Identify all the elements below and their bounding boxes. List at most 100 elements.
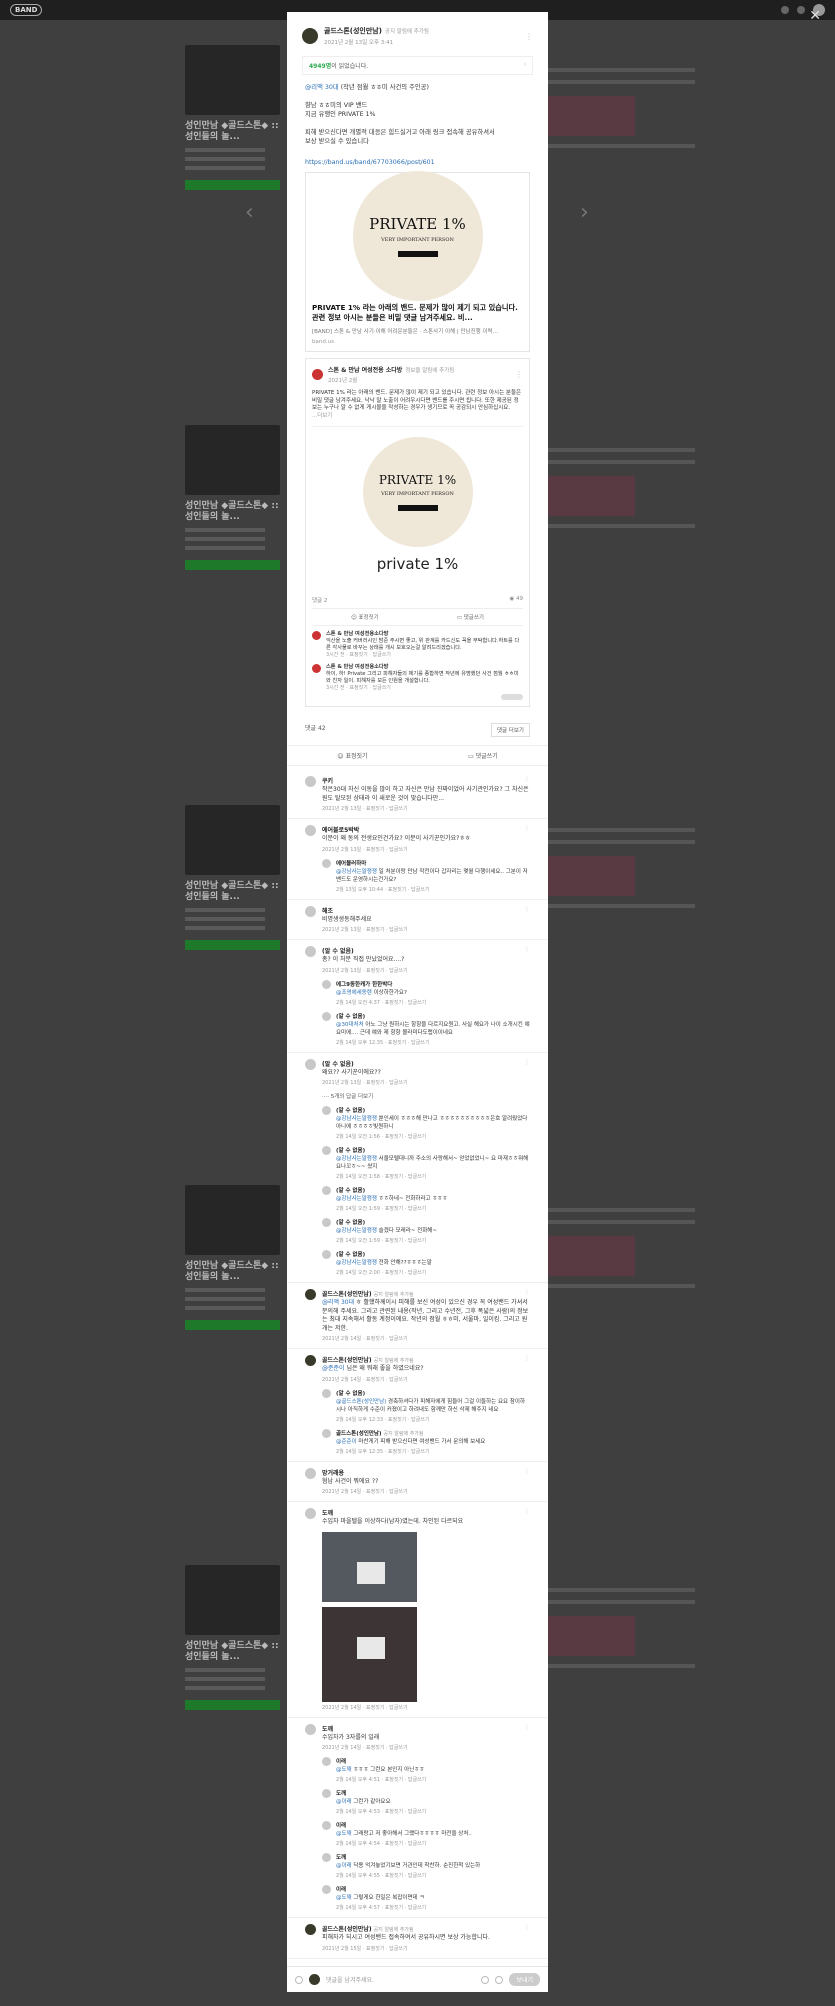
avatar: [322, 1106, 331, 1115]
reply-name[interactable]: (알 수 없음): [336, 1106, 530, 1114]
like-button[interactable]: ☺ 표정짓기: [337, 751, 367, 760]
commenter-name[interactable]: 망거래용: [322, 1468, 530, 1477]
shared-like-button[interactable]: ☺ 표정짓기: [351, 613, 379, 621]
comment-options-icon[interactable]: ⋮: [524, 1924, 530, 1931]
shared-author-name[interactable]: 스톤 & 만남 여성전용 소다방: [328, 367, 402, 374]
more-replies-link[interactable]: ···· 5개의 답글 더보기: [322, 1092, 530, 1100]
comment-button[interactable]: ▭ 댓글쓰기: [468, 751, 498, 760]
shared-comment: 스톤 & 만남 여성전용소다방 익산을 노출 커버러시인 밤준 주시면 좋고, 위…: [312, 631, 523, 659]
commenter-avatar[interactable]: [305, 946, 316, 957]
comment-item: 해조 비명생생동해주세요 2021년 2월 13일 · 표정짓기 · 답글쓰기 ⋮: [287, 900, 548, 940]
shared-comment-button[interactable]: ▭ 댓글쓰기: [457, 613, 484, 621]
band-logo[interactable]: BAND: [10, 4, 43, 16]
commenter-name[interactable]: 해조: [322, 906, 530, 915]
chat-icon[interactable]: [797, 6, 805, 14]
shared-date: 2021년 2월: [328, 378, 358, 384]
reply-name[interactable]: 도깨: [336, 1789, 426, 1797]
reply-name[interactable]: 이래: [336, 1821, 472, 1829]
post-modal: 골드스톤(성인만남) 공지 알림에 추가됨 2021년 2월 13일 오후 3:4…: [287, 12, 548, 1992]
shared-post[interactable]: 스톤 & 만남 여성전용 소다방 정보을 알림에 추가됨 2021년 2월 ⋮ P…: [305, 358, 530, 707]
commenter-avatar[interactable]: [305, 905, 316, 917]
reply-name[interactable]: 이래: [336, 1885, 426, 1893]
reply-name[interactable]: (알 수 없음): [336, 1186, 448, 1194]
mention[interactable]: @리액 30대: [305, 84, 339, 91]
reply-item: 도깨 @이래 그런가 같아요요 2월 14일 오후 4:53 · 표정짓기 · 답글…: [322, 1789, 530, 1815]
commenter-name[interactable]: (알 수 없음): [322, 1059, 530, 1068]
commenter-avatar[interactable]: [305, 825, 316, 836]
reply-name[interactable]: 에그9동한캐가 한한박다: [336, 982, 392, 988]
more-comments-pill[interactable]: [501, 694, 523, 700]
send-button[interactable]: 보내기: [509, 1973, 540, 1986]
commenter-avatar[interactable]: [305, 1508, 316, 1519]
close-icon[interactable]: ✕: [809, 8, 821, 24]
avatar: [322, 858, 331, 868]
comment-options-icon[interactable]: ⋮: [524, 906, 530, 913]
add-attachment-icon[interactable]: [295, 1975, 303, 1984]
link-preview-desc: [BAND] 스톤 & 만남 사기·이해 어려운분들은 · 스톤사기 이해 | …: [312, 329, 498, 335]
comment-text: @준준이 님은 왜 뭐래 좋을 하였으네요?: [322, 1365, 424, 1372]
more-options-icon[interactable]: ⋮: [515, 370, 523, 379]
sticker-icon[interactable]: [495, 1975, 504, 1984]
notification-icon[interactable]: [781, 6, 789, 14]
background-card-title: 성인만남 ◆골드스톤◆ :: 성인들의 놀...: [185, 881, 279, 902]
commenter-name[interactable]: 쿠키: [322, 776, 530, 785]
reply-item: (알 수 없음) @강남사는말쟁쟁 뿐인세이 ㅎㅎㅎ해 만나고 ㅎㅎㅎㅎㅎㅎㅎㅎㅎ…: [322, 1106, 530, 1140]
view-more-comments-button[interactable]: 댓글 더보기: [490, 723, 530, 737]
commenter-name[interactable]: 골드스톤(성인만남) 공지 알림에 추가됨: [322, 1924, 530, 1933]
comment-options-icon[interactable]: ⋮: [524, 1355, 530, 1362]
reply-name[interactable]: (알 수 없음): [336, 1391, 365, 1397]
commenter-name[interactable]: 도깨: [322, 1724, 530, 1733]
avatar: [322, 1853, 331, 1862]
post-link[interactable]: https://band.us/band/67703066/post/601: [287, 159, 548, 166]
comment-meta: 2021년 2월 14일 · 표정짓기 · 답글쓰기: [322, 1704, 408, 1711]
comment-composer: 댓글을 남겨주세요. 보내기: [287, 1966, 548, 1992]
reply-name[interactable]: 에어블러하마: [336, 861, 366, 867]
link-preview-card[interactable]: PRIVATE 1% VERY IMPORTANT PERSON PRIVATE…: [305, 170, 530, 352]
reply-item: 이래 @도깨 ㅎㅎㅎ 그런요 본인지 아닌ㅎㅎ 2월 14일 오후 4:51 · 표…: [322, 1757, 530, 1783]
commenter-avatar[interactable]: [305, 776, 316, 787]
reply-name[interactable]: 도깨: [336, 1853, 480, 1861]
reply-name[interactable]: (알 수 없음): [336, 1146, 530, 1154]
shared-image[interactable]: PRIVATE 1% VERY IMPORTANT PERSON private…: [312, 426, 523, 586]
comment-options-icon[interactable]: ⋮: [524, 1289, 530, 1296]
comment-photo[interactable]: [322, 1606, 417, 1702]
commenter-avatar[interactable]: [305, 1289, 316, 1300]
comment-options-icon[interactable]: ⋮: [524, 1059, 530, 1066]
commenter-name[interactable]: 도깨: [322, 1508, 530, 1517]
comment-item: 도깨 수입차 마을텔을 이상하다(남자)였는데. 차인된 다르되요 2021년 2월…: [287, 1502, 548, 1718]
commenter-avatar[interactable]: [305, 1355, 316, 1366]
comment-options-icon[interactable]: ⋮: [524, 1468, 530, 1475]
commenter-name[interactable]: 골드스톤(성인만남) 공지 알림에 추가됨: [322, 1289, 530, 1298]
read-count-bar[interactable]: 4949명이 읽었습니다. ›: [302, 56, 533, 75]
comment-item: (알 수 없음) 총? 이 처분 직접 만났었어요....? 2021년 2월 13…: [287, 940, 548, 1053]
commenter-avatar[interactable]: [305, 1058, 316, 1070]
commenter-avatar[interactable]: [305, 1467, 316, 1479]
more-options-icon[interactable]: ⋮: [525, 32, 533, 41]
commenter-name[interactable]: 골드스톤(성인만남) 공지 알림에 추가됨: [322, 1355, 530, 1364]
commenter-avatar[interactable]: [305, 1723, 316, 1735]
reply-item: (알 수 없음) @강남사는말쟁쟁 전화 안해??ㅎㅎㅎ는말 2월 14일 오전 2…: [322, 1250, 530, 1276]
prev-arrow-icon[interactable]: ‹: [245, 200, 254, 225]
background-left-column: 성인만남 ◆골드스톤◆ :: 성인들의 놀... 성인만남 ◆골드스톤◆ :: …: [185, 20, 285, 1920]
commenter-name[interactable]: 에어블로5박박: [322, 825, 530, 834]
comment-photo[interactable]: [322, 1531, 417, 1602]
read-more-link[interactable]: ...더보기: [312, 413, 332, 419]
author-name[interactable]: 골드스톤(성인만남) 공지 알림에 추가됨: [324, 26, 429, 36]
comment-options-icon[interactable]: ⋮: [524, 946, 530, 953]
reply-name[interactable]: (알 수 없음): [336, 1250, 432, 1258]
comment-options-icon[interactable]: ⋮: [524, 1508, 530, 1515]
comment-options-icon[interactable]: ⋮: [524, 825, 530, 832]
comment-meta: 2021년 2월 13일 · 표정짓기 · 답글쓰기: [322, 806, 408, 812]
reply-name[interactable]: 이래: [336, 1757, 426, 1765]
reply-name[interactable]: (알 수 없음): [336, 1218, 437, 1226]
next-arrow-icon[interactable]: ›: [580, 200, 589, 225]
emoji-icon[interactable]: [481, 1975, 490, 1984]
author-avatar[interactable]: [302, 28, 318, 44]
comment-text: 비명생생동해주세요: [322, 915, 372, 923]
commenter-name[interactable]: (알 수 없음): [322, 946, 530, 955]
comment-options-icon[interactable]: ⋮: [524, 1724, 530, 1731]
commenter-avatar[interactable]: [305, 1924, 316, 1935]
shared-image-caption: private 1%: [376, 555, 459, 573]
comment-options-icon[interactable]: ⋮: [524, 776, 530, 783]
comment-input[interactable]: 댓글을 남겨주세요.: [326, 1975, 475, 1984]
